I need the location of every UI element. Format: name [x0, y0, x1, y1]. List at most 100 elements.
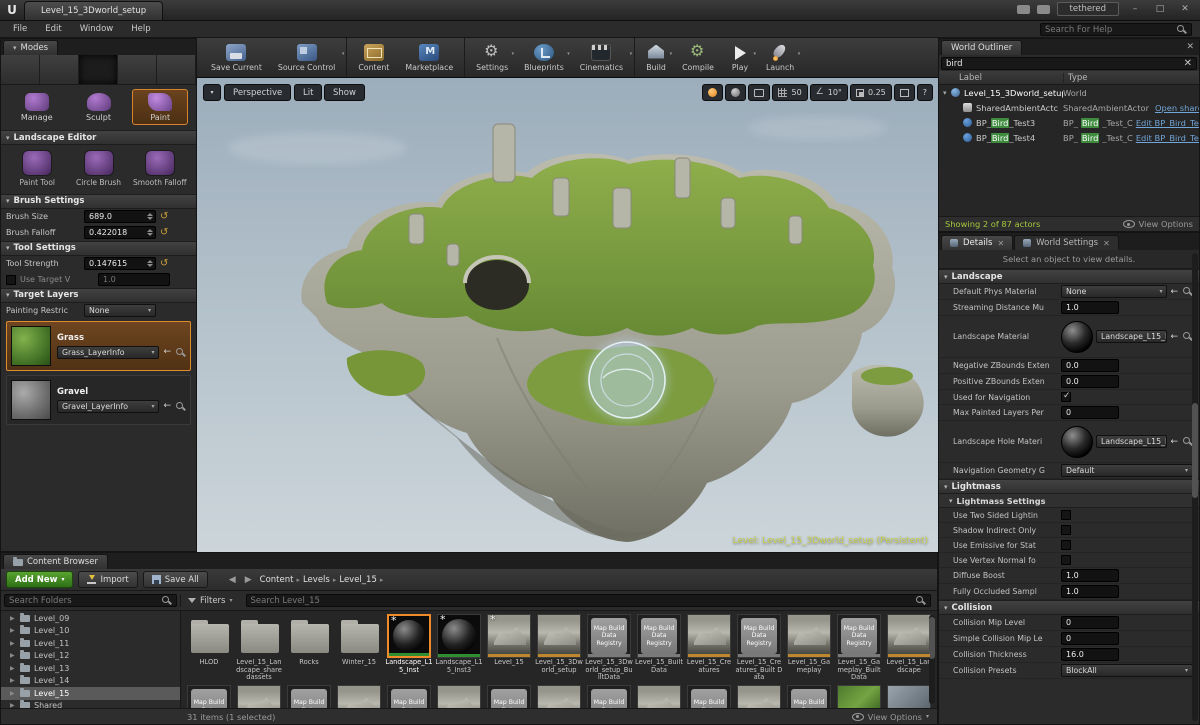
- property-number-input[interactable]: 1.0: [1061, 301, 1119, 314]
- back-button[interactable]: ◀: [227, 575, 238, 585]
- asset-item[interactable]: Map Build Data: [485, 685, 533, 709]
- column-label[interactable]: Label: [939, 73, 1063, 83]
- number-input[interactable]: 0.422018: [84, 226, 156, 239]
- toolbar-button[interactable]: Build ▾: [638, 38, 674, 77]
- number-input[interactable]: 1.0: [98, 273, 170, 286]
- use-target-checkbox[interactable]: [6, 275, 16, 285]
- toolbar-button[interactable]: Content: [350, 38, 397, 77]
- chevron-down-icon[interactable]: ▾: [512, 51, 515, 57]
- property-dropdown[interactable]: BlockAll▾: [1061, 664, 1193, 677]
- folder-tree-item[interactable]: ▶ Shared: [1, 700, 180, 709]
- tab-close-icon[interactable]: ✕: [1103, 239, 1110, 248]
- property-number-input[interactable]: 0: [1061, 406, 1119, 419]
- editor-mode-tab[interactable]: [118, 55, 157, 84]
- forward-button[interactable]: ▶: [243, 575, 254, 585]
- asset-item[interactable]: [835, 685, 883, 709]
- details-tab[interactable]: World Settings ✕: [1014, 235, 1119, 250]
- property-number-input[interactable]: 0: [1061, 616, 1119, 629]
- chevron-down-icon[interactable]: ▾: [342, 51, 345, 57]
- number-input[interactable]: 0.147615: [84, 257, 156, 270]
- tool-settings-header[interactable]: ▾ Tool Settings: [1, 241, 196, 256]
- chevron-down-icon[interactable]: ▾: [670, 51, 673, 57]
- search-folders-input[interactable]: [9, 596, 157, 606]
- asset-item[interactable]: Level_15_Creatures: [685, 614, 733, 682]
- chevron-down-icon[interactable]: ▾: [630, 51, 633, 57]
- column-type[interactable]: Type: [1063, 73, 1199, 83]
- screen-size-button[interactable]: [748, 84, 770, 101]
- property-checkbox[interactable]: [1061, 555, 1071, 565]
- asset-item[interactable]: [635, 685, 683, 709]
- collision-section-header[interactable]: ▾ Collision: [939, 600, 1199, 615]
- browse-icon[interactable]: [175, 401, 186, 412]
- menu-item[interactable]: File: [4, 22, 36, 36]
- property-checkbox[interactable]: [1061, 525, 1071, 535]
- clear-search-icon[interactable]: ✕: [1184, 58, 1192, 69]
- folder-tree-item[interactable]: ▶ Level_13: [1, 662, 180, 675]
- property-dropdown[interactable]: None▾: [1061, 285, 1167, 298]
- spinner[interactable]: [146, 213, 153, 220]
- property-checkbox[interactable]: [1061, 510, 1071, 520]
- spinner[interactable]: [146, 260, 153, 267]
- property-checkbox[interactable]: [1061, 540, 1071, 550]
- help-search[interactable]: [1040, 23, 1192, 36]
- search-folders[interactable]: [4, 594, 177, 607]
- material-thumbnail[interactable]: [1061, 426, 1093, 458]
- tab-content-browser[interactable]: Content Browser: [3, 554, 108, 569]
- layer-info-dropdown[interactable]: Grass_LayerInfo ▾: [57, 346, 159, 359]
- reset-to-default-icon[interactable]: ↺: [160, 228, 168, 238]
- target-layer[interactable]: Gravel Gravel_LayerInfo ▾ ←: [6, 375, 191, 425]
- restore-button[interactable]: □: [1151, 4, 1169, 14]
- help-search-input[interactable]: [1045, 25, 1172, 35]
- property-number-input[interactable]: 0: [1061, 632, 1119, 645]
- use-selected-icon[interactable]: ←: [1170, 332, 1178, 342]
- asset-item[interactable]: Map Build Data: [685, 685, 733, 709]
- chevron-down-icon[interactable]: ▾: [798, 51, 801, 57]
- outliner-row[interactable]: SharedAmbientActc SharedAmbientActorOpen…: [939, 100, 1199, 115]
- asset-item[interactable]: [885, 685, 933, 709]
- asset-item[interactable]: Map Build Data Registry Level_15_Built D…: [635, 614, 683, 682]
- toolbar-button[interactable]: Settings ▾: [468, 38, 516, 77]
- expander-icon[interactable]: ▶: [10, 677, 16, 684]
- actor-type-link[interactable]: Edit BP_Bird_Test: [1136, 133, 1199, 143]
- target-layer[interactable]: Grass Grass_LayerInfo ▾ ←: [6, 321, 191, 371]
- viewport-options-button[interactable]: ▾: [203, 84, 221, 101]
- help-button[interactable]: ?: [917, 84, 933, 101]
- asset-item[interactable]: Map Build Data Registry Level_15_3Dworld…: [585, 614, 633, 682]
- asset-item[interactable]: * Level_15: [485, 614, 533, 682]
- filters-button[interactable]: Filters ▾: [181, 596, 240, 606]
- outliner-row[interactable]: ▾ Level_15_3Dworld_setup (Editor) World: [939, 85, 1199, 100]
- painting-restriction-dropdown[interactable]: None ▾: [84, 304, 156, 317]
- rotation-snap-button[interactable]: ∠ 10°: [810, 84, 848, 101]
- number-input[interactable]: 689.0: [84, 210, 156, 223]
- reset-to-default-icon[interactable]: ↺: [160, 259, 168, 269]
- asset-item[interactable]: Level_15_Landscape: [885, 614, 933, 682]
- property-number-input[interactable]: 0.0: [1061, 359, 1119, 372]
- lit-button[interactable]: Lit: [294, 84, 322, 101]
- submode-button[interactable]: Manage: [9, 89, 65, 125]
- expander-icon[interactable]: ▶: [10, 652, 16, 659]
- asset-item[interactable]: Level_15_3Dworld_setup: [535, 614, 583, 682]
- close-button[interactable]: ✕: [1176, 4, 1194, 14]
- feedback-icon[interactable]: [1037, 5, 1050, 14]
- submode-button[interactable]: Sculpt: [71, 89, 127, 125]
- chevron-down-icon[interactable]: ▾: [567, 51, 570, 57]
- layer-info-dropdown[interactable]: Gravel_LayerInfo ▾: [57, 400, 159, 413]
- expander-icon[interactable]: ▶: [10, 627, 16, 634]
- save-all-button[interactable]: Save All: [143, 571, 208, 588]
- toolbar-button[interactable]: Save Current: [203, 38, 270, 77]
- tab-modes[interactable]: ▾ Modes: [3, 40, 58, 55]
- outliner-search[interactable]: ✕: [941, 57, 1197, 70]
- use-selected-icon[interactable]: ←: [1170, 287, 1178, 297]
- outliner-view-options[interactable]: View Options: [1123, 219, 1193, 229]
- property-dropdown[interactable]: Landscape_L15_Inst▾: [1096, 435, 1167, 448]
- landscape-tool[interactable]: Paint Tool: [10, 150, 64, 188]
- folder-tree-item[interactable]: ▶ Level_14: [1, 675, 180, 688]
- toolbar-button[interactable]: Compile: [674, 38, 722, 77]
- toolbar-button[interactable]: Source Control ▾: [270, 38, 347, 77]
- asset-scrollbar[interactable]: [929, 615, 935, 704]
- asset-item[interactable]: * Landscape_L15_Inst: [385, 614, 433, 682]
- breadcrumb-segment[interactable]: Levels: [302, 575, 331, 585]
- use-selected-icon[interactable]: ←: [163, 401, 171, 411]
- actor-type-link[interactable]: Open sharedAmbie: [1155, 103, 1199, 113]
- show-button[interactable]: Show: [324, 84, 365, 101]
